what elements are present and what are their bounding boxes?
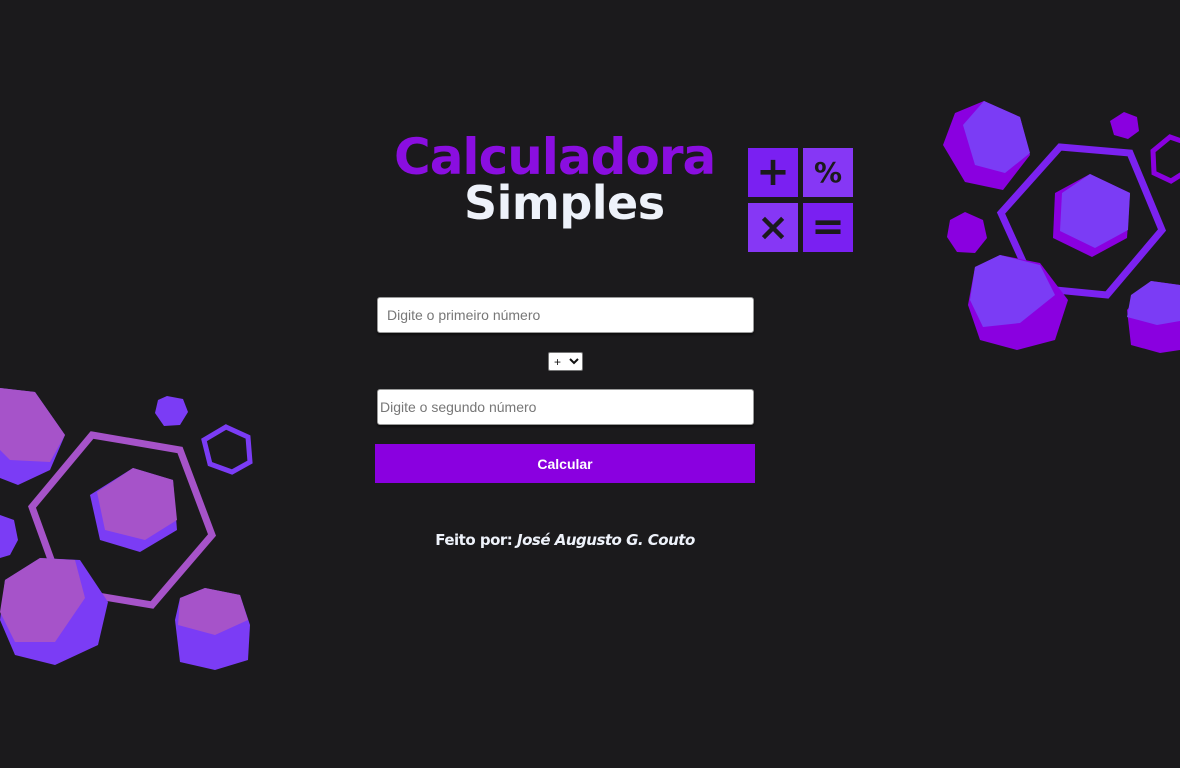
hexagon-bottom-right-top (1127, 281, 1180, 325)
hexagon-decoration-left (0, 388, 253, 670)
page: Calculadora Simples + % × = + - * / Calc… (0, 0, 1180, 768)
percent-icon: % (803, 148, 853, 197)
second-number-input[interactable] (377, 389, 754, 425)
first-number-input[interactable] (377, 297, 754, 333)
hexagon-tiny-top (1110, 112, 1139, 139)
app-title: Calculadora Simples (392, 128, 742, 238)
author-credit: Feito por: José Augusto G. Couto (0, 531, 1130, 549)
equals-icon: = (803, 203, 853, 252)
hexagon-left-edge-top (0, 388, 65, 462)
title-simples: Simples (464, 176, 665, 230)
hexagon-small-left (947, 212, 987, 253)
hexagon-tiny-left (155, 396, 188, 426)
times-icon: × (748, 203, 798, 252)
hexagon-outline-small-left (201, 424, 253, 475)
calculate-button[interactable]: Calcular (375, 444, 755, 483)
plus-icon: + (748, 148, 798, 197)
credit-prefix: Feito por: (435, 531, 518, 549)
operator-select[interactable]: + - * / (548, 352, 583, 371)
hexagon-outline-small-right (1150, 134, 1180, 184)
hexagon-decoration-right (943, 101, 1180, 353)
operators-logo: + % × = (748, 148, 853, 252)
credit-author: José Augusto G. Couto (517, 531, 695, 549)
